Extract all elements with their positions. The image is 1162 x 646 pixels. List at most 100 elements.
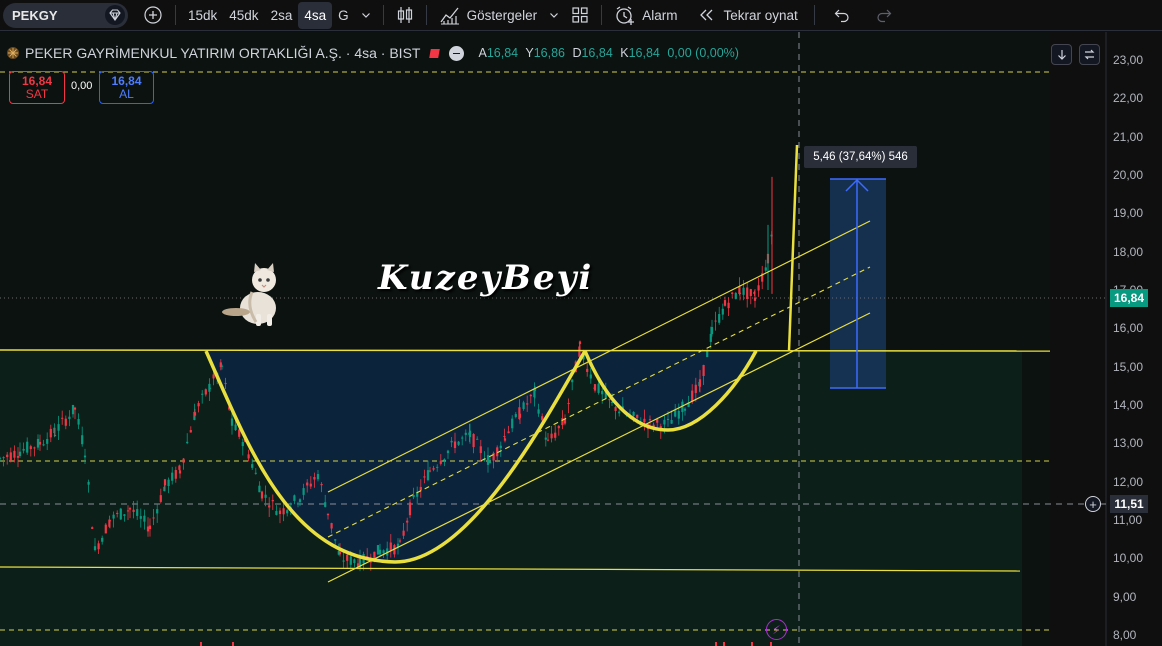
candle-body xyxy=(159,495,162,502)
candle-body xyxy=(46,438,49,444)
add-alert-plus-icon[interactable]: + xyxy=(1085,496,1101,512)
interval-45dk[interactable]: 45dk xyxy=(223,2,264,29)
undo-icon xyxy=(834,9,849,23)
chart-type-button[interactable] xyxy=(390,2,420,29)
candle-body xyxy=(9,452,12,461)
candle-body xyxy=(247,454,250,459)
redo-button[interactable] xyxy=(869,2,899,29)
interval-dropdown[interactable] xyxy=(355,2,377,29)
candle-body xyxy=(146,526,150,532)
candle-body xyxy=(663,419,666,425)
price-axis-tick: 18,00 xyxy=(1113,244,1144,259)
candle-body xyxy=(81,435,84,445)
sell-button[interactable]: 16,84 SAT xyxy=(9,71,65,104)
candle-body xyxy=(2,457,5,459)
candle-body xyxy=(186,441,189,444)
candle-body xyxy=(26,441,29,453)
volume-bar xyxy=(200,642,202,646)
price-axis-tick: 19,00 xyxy=(1113,206,1144,221)
indicators-dropdown[interactable] xyxy=(543,2,565,29)
candle-body xyxy=(492,452,495,461)
candle-body xyxy=(163,479,167,486)
candle-body xyxy=(36,438,40,448)
price-chart[interactable] xyxy=(0,32,1162,646)
candle-body xyxy=(330,523,333,529)
chart-legend: PEKER GAYRİMENKUL YATIRIM ORTAKLIĞI A.Ş.… xyxy=(6,45,743,61)
indicators-button[interactable]: Göstergeler xyxy=(433,2,544,29)
candle-body xyxy=(557,425,560,429)
candle-body xyxy=(382,550,385,554)
candle-body xyxy=(468,430,472,438)
candle-body xyxy=(518,413,522,418)
reset-chart-button[interactable] xyxy=(1079,44,1100,65)
interval-g[interactable]: G xyxy=(332,2,355,29)
templates-button[interactable] xyxy=(565,2,595,29)
candle-body xyxy=(764,267,767,271)
interval-15dk[interactable]: 15dk xyxy=(182,2,223,29)
price-axis-tick: 10,00 xyxy=(1113,551,1144,566)
candle-body xyxy=(18,451,22,457)
candle-body xyxy=(64,418,67,426)
candle-body xyxy=(749,289,752,297)
candle-body xyxy=(453,441,457,449)
candle-body xyxy=(734,292,737,299)
candle-body xyxy=(6,454,9,458)
hide-legend-icon[interactable] xyxy=(449,45,465,61)
candle-body xyxy=(116,512,119,514)
candle-body xyxy=(412,495,415,498)
candle-body xyxy=(432,468,435,470)
ohlc-values: A16,84 Y16,86 D16,84 K16,84 0,00 (0,00%) xyxy=(478,46,739,60)
alarm-button[interactable]: Alarm xyxy=(608,2,683,29)
candle-body xyxy=(346,554,349,561)
interval-2sa[interactable]: 2sa xyxy=(265,2,299,29)
candle-body xyxy=(561,418,564,426)
candle-body xyxy=(698,379,702,387)
candle-body xyxy=(126,510,130,512)
toolbar-separator xyxy=(425,5,427,25)
candle-body xyxy=(718,314,721,323)
candle-body xyxy=(298,499,302,503)
candle-body xyxy=(408,502,412,516)
candle-body xyxy=(554,432,557,438)
candle-body xyxy=(586,368,589,372)
candle-body xyxy=(461,437,464,439)
candle-body xyxy=(419,486,422,491)
replay-icon xyxy=(700,9,713,21)
candle-body xyxy=(503,438,507,441)
candle-body xyxy=(189,430,192,433)
buy-button[interactable]: 16,84 AL xyxy=(99,71,154,104)
candle-body xyxy=(42,444,45,446)
candle-body xyxy=(33,447,36,449)
volume-bar xyxy=(723,642,725,646)
candle-body xyxy=(309,483,312,487)
undo-button[interactable] xyxy=(827,2,857,29)
flash-icon[interactable]: ⚡ xyxy=(766,619,787,640)
interval-4sa[interactable]: 4sa xyxy=(298,1,333,29)
buy-label: AL xyxy=(119,86,134,101)
add-symbol-button[interactable] xyxy=(137,2,169,29)
candle-body xyxy=(268,505,271,508)
candle-body xyxy=(57,424,60,431)
candle-body xyxy=(91,527,94,529)
measure-zone xyxy=(830,179,886,388)
candle-body xyxy=(398,540,402,542)
candle-body xyxy=(71,404,75,415)
candle-body xyxy=(87,481,90,485)
candle-body xyxy=(746,287,749,299)
diamond-icon[interactable] xyxy=(105,5,125,25)
candle-body xyxy=(544,437,547,440)
symbol-search[interactable]: PEKGY xyxy=(3,2,128,28)
scroll-down-button[interactable] xyxy=(1051,44,1072,65)
candle-body xyxy=(22,448,25,451)
candle-body xyxy=(349,556,352,565)
candle-body xyxy=(714,320,717,322)
candle-body xyxy=(342,560,345,562)
candle-body xyxy=(171,472,174,481)
measure-tooltip: 5,46 (37,64%) 546 xyxy=(804,146,917,168)
candle-body xyxy=(49,428,52,438)
top-toolbar: PEKGY 15dk 45dk 2sa 4sa G Göstergeler Al… xyxy=(0,0,1162,31)
replay-button[interactable]: Tekrar oynat xyxy=(691,2,803,29)
candle-body xyxy=(167,479,170,487)
reset-icon xyxy=(1084,49,1095,60)
candle-body xyxy=(68,416,71,420)
